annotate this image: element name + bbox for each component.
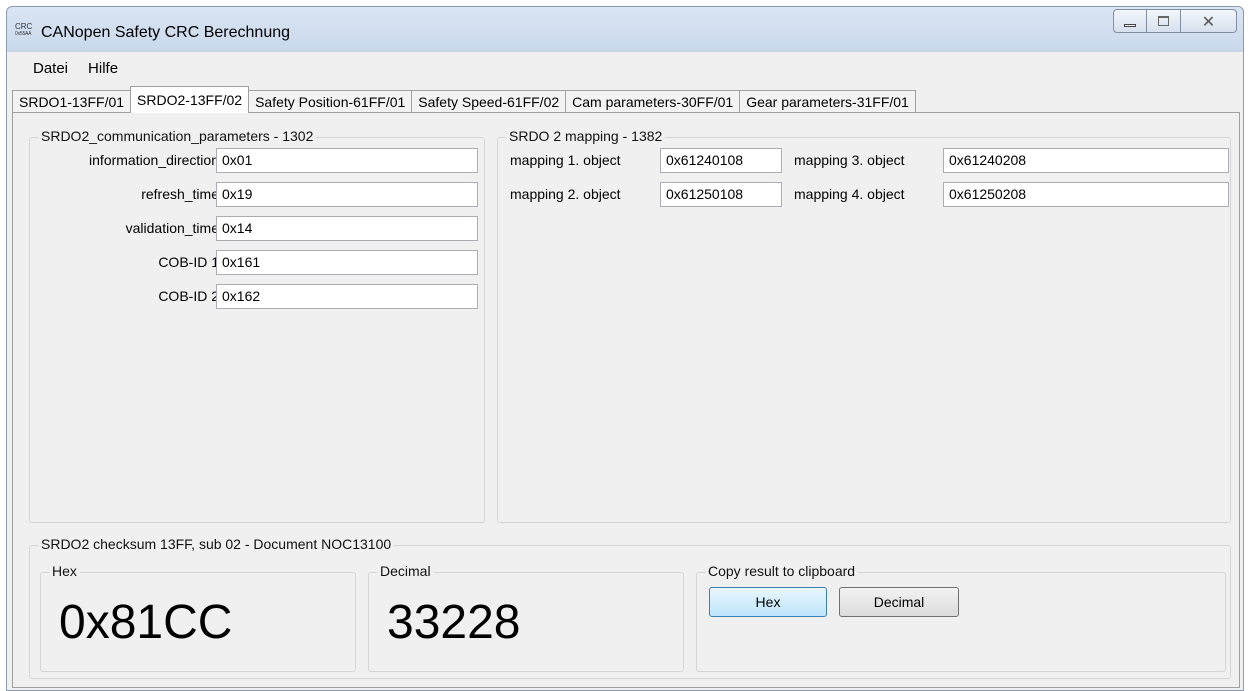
minimize-icon [1124, 23, 1136, 27]
window-title: CANopen Safety CRC Berechnung [41, 24, 291, 41]
comm-params-title: SRDO2_communication_parameters - 1302 [38, 128, 317, 144]
tab-strip: SRDO1-13FF/01 SRDO2-13FF/02 Safety Posit… [12, 85, 916, 113]
hex-result-value: 0x81CC [59, 596, 233, 649]
copy-hex-button[interactable]: Hex [709, 587, 827, 617]
mapping-4-label: mapping 4. object [794, 186, 905, 202]
tab-srdo1[interactable]: SRDO1-13FF/01 [12, 90, 132, 113]
tab-gear-parameters[interactable]: Gear parameters-31FF/01 [739, 90, 916, 113]
comm-params-group: SRDO2_communication_parameters - 1302 in… [29, 128, 485, 523]
tab-safety-speed[interactable]: Safety Speed-61FF/02 [411, 90, 567, 113]
validation-time-input[interactable]: 0x14 [216, 216, 478, 241]
window-controls: ✕ [1113, 9, 1237, 33]
mapping-group: SRDO 2 mapping - 1382 mapping 1. object … [497, 128, 1231, 523]
maximize-icon [1158, 16, 1169, 26]
menu-datei[interactable]: Datei [33, 60, 68, 77]
mapping-title: SRDO 2 mapping - 1382 [506, 128, 666, 144]
copy-clipboard-group: Copy result to clipboard Hex Decimal [696, 563, 1226, 672]
minimize-button[interactable] [1113, 9, 1147, 33]
mapping-1-label: mapping 1. object [510, 152, 621, 168]
information-direction-input[interactable]: 0x01 [216, 148, 478, 173]
checksum-group: SRDO2 checksum 13FF, sub 02 - Document N… [29, 536, 1231, 679]
refresh-time-label: refresh_time [141, 186, 219, 202]
app-window: CRC 0x55AA CANopen Safety CRC Berechnung… [6, 6, 1244, 691]
refresh-time-input[interactable]: 0x19 [216, 182, 478, 207]
mapping-4-input[interactable]: 0x61250208 [943, 182, 1229, 207]
tab-cam-parameters[interactable]: Cam parameters-30FF/01 [565, 90, 741, 113]
decimal-result-group: Decimal 33228 [368, 563, 684, 672]
close-button[interactable]: ✕ [1181, 9, 1237, 33]
tab-safety-position[interactable]: Safety Position-61FF/01 [248, 90, 413, 113]
mapping-3-label: mapping 3. object [794, 152, 905, 168]
copy-decimal-button[interactable]: Decimal [839, 587, 959, 617]
mapping-3-input[interactable]: 0x61240208 [943, 148, 1229, 173]
mapping-1-input[interactable]: 0x61240108 [660, 148, 782, 173]
cob-id-1-label: COB-ID 1 [158, 254, 219, 270]
decimal-result-label: Decimal [377, 563, 434, 579]
copy-clipboard-label: Copy result to clipboard [705, 563, 859, 579]
title-bar[interactable]: CRC 0x55AA CANopen Safety CRC Berechnung… [7, 7, 1243, 51]
decimal-result-value: 33228 [387, 596, 521, 649]
information-direction-label: information_direction [89, 152, 219, 168]
crc-app-icon: CRC 0x55AA [15, 22, 33, 38]
cob-id-2-label: COB-ID 2 [158, 288, 219, 304]
maximize-button[interactable] [1147, 9, 1181, 33]
hex-result-label: Hex [49, 563, 80, 579]
tab-srdo2[interactable]: SRDO2-13FF/02 [130, 86, 250, 113]
close-icon: ✕ [1201, 11, 1216, 31]
hex-result-group: Hex 0x81CC [40, 563, 356, 672]
cob-id-2-input[interactable]: 0x162 [216, 284, 478, 309]
menu-bar: Datei Hilfe [7, 51, 1243, 85]
validation-time-label: validation_time [125, 220, 219, 236]
checksum-title: SRDO2 checksum 13FF, sub 02 - Document N… [38, 536, 395, 552]
mapping-2-label: mapping 2. object [510, 186, 621, 202]
menu-hilfe[interactable]: Hilfe [88, 60, 118, 77]
cob-id-1-input[interactable]: 0x161 [216, 250, 478, 275]
tab-panel-srdo2: SRDO2_communication_parameters - 1302 in… [12, 112, 1240, 688]
mapping-2-input[interactable]: 0x61250108 [660, 182, 782, 207]
